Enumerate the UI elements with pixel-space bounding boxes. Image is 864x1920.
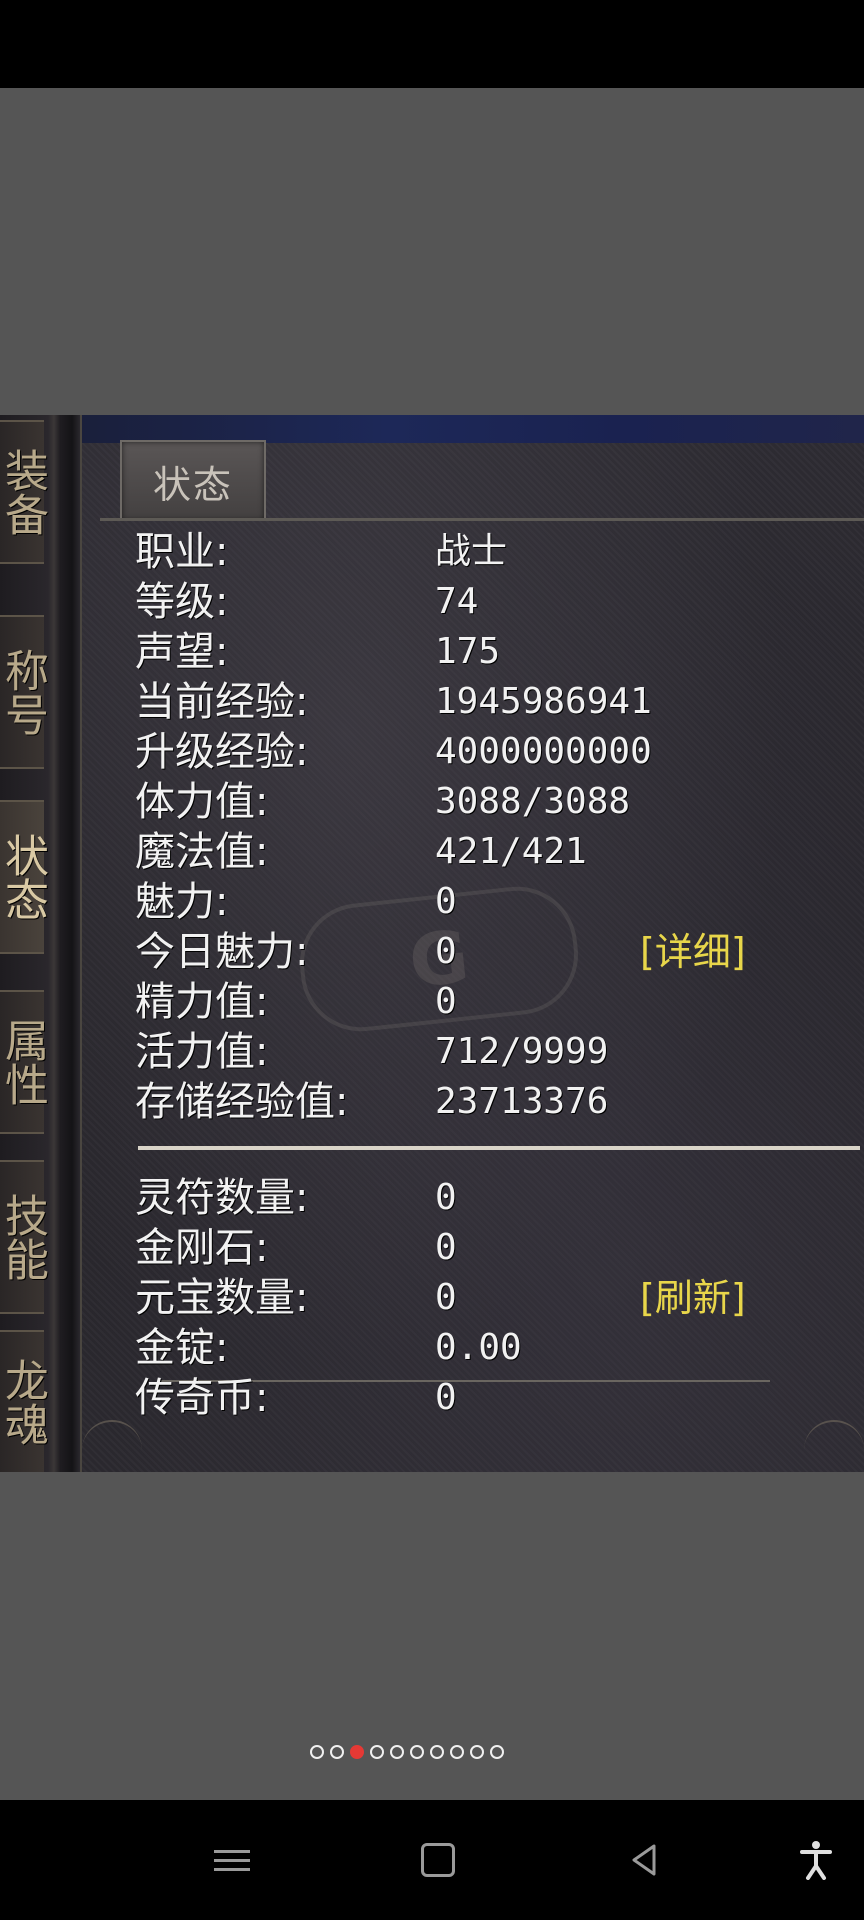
side-tab-equipment[interactable]: 装备: [0, 420, 48, 564]
corner-ornament-right: [804, 1420, 864, 1472]
stat-label: 灵符数量:: [135, 1175, 309, 1221]
page-dot[interactable]: [490, 1745, 504, 1759]
stat-value: 0: [435, 1377, 457, 1418]
stat-value: 421/421: [435, 831, 587, 872]
page-dot[interactable]: [330, 1745, 344, 1759]
page-indicator[interactable]: [310, 1745, 504, 1759]
stat-row-stored-exp: 存储经验值: 23713376: [135, 1077, 835, 1127]
stat-label: 职业:: [135, 529, 229, 575]
side-tab-label: 装备: [0, 448, 48, 536]
currency-row-legend-coin: 传奇币: 0: [135, 1373, 835, 1423]
side-tab-label: 称号: [0, 648, 48, 736]
refresh-link[interactable]: [刷新]: [640, 1273, 746, 1323]
page-dot[interactable]: [310, 1745, 324, 1759]
page-dot[interactable]: [430, 1745, 444, 1759]
stat-row-charm: 魅力: 0: [135, 877, 835, 927]
stat-row-reputation: 声望: 175: [135, 627, 835, 677]
side-tab-label: 技能: [0, 1193, 48, 1281]
section-divider: [138, 1146, 860, 1150]
tab-status-label: 状态: [152, 462, 233, 507]
stat-label: 体力值:: [135, 779, 269, 825]
stat-label: 元宝数量:: [135, 1275, 309, 1321]
stat-value: 1945986941: [435, 681, 652, 722]
stat-value: 3088/3088: [435, 781, 631, 822]
side-tab-skills[interactable]: 技能: [0, 1160, 48, 1314]
currency-row-yuanbao: 元宝数量: 0 [刷新]: [135, 1273, 835, 1323]
page-dot[interactable]: [450, 1745, 464, 1759]
stat-value: 0: [435, 1277, 457, 1318]
stat-value: 战士: [435, 531, 508, 572]
navigation-bar: [0, 1800, 864, 1920]
stat-label: 等级:: [135, 579, 229, 625]
currency-row-diamond: 金刚石: 0: [135, 1223, 835, 1273]
stat-row-level: 等级: 74: [135, 577, 835, 627]
stat-label: 今日魅力:: [135, 929, 309, 975]
stat-label: 金刚石:: [135, 1225, 269, 1271]
stat-value: 712/9999: [435, 1031, 609, 1072]
stat-label: 精力值:: [135, 979, 269, 1025]
stat-label: 存储经验值:: [135, 1079, 349, 1125]
stat-label: 升级经验:: [135, 729, 309, 775]
side-tab-label: 龙魂: [0, 1358, 48, 1446]
stat-label: 当前经验:: [135, 679, 309, 725]
stat-value: 175: [435, 631, 501, 672]
tab-underline: [100, 518, 864, 521]
page-dot[interactable]: [350, 1745, 364, 1759]
game-screenshot[interactable]: 装备 称号 状态 属性 技能 龙魂 状态 G 职业: 战士 等级: 74 声望:…: [0, 415, 864, 1472]
side-tab-label: 状态: [0, 833, 48, 921]
stat-label: 魔法值:: [135, 829, 269, 875]
stat-value: 74: [435, 581, 479, 622]
stat-row-today-charm: 今日魅力: 0 [详细]: [135, 927, 835, 977]
stat-value: 0: [435, 931, 457, 972]
page-dot[interactable]: [470, 1745, 484, 1759]
side-tab-dragon-soul[interactable]: 龙魂: [0, 1330, 48, 1472]
stat-value: 0: [435, 1227, 457, 1268]
game-top-banner: [70, 415, 864, 443]
status-bar: [0, 0, 864, 88]
stat-value: 0: [435, 981, 457, 1022]
stat-label: 传奇币:: [135, 1375, 269, 1421]
page-dot[interactable]: [390, 1745, 404, 1759]
page-dot[interactable]: [370, 1745, 384, 1759]
side-tab-label: 属性: [0, 1018, 48, 1106]
home-icon[interactable]: [408, 1830, 468, 1890]
page-dot[interactable]: [410, 1745, 424, 1759]
stat-value: 0: [435, 1177, 457, 1218]
stat-row-vitality: 活力值: 712/9999: [135, 1027, 835, 1077]
side-tab-rail: 装备 称号 状态 属性 技能 龙魂: [0, 415, 82, 1472]
stat-label: 魅力:: [135, 879, 229, 925]
stat-value: 4000000000: [435, 731, 652, 772]
stat-row-current-exp: 当前经验: 1945986941: [135, 677, 835, 727]
currency-row-gold-ingot: 金锭: 0.00: [135, 1323, 835, 1373]
stat-value: 0.00: [435, 1327, 522, 1368]
stat-value: 23713376: [435, 1081, 609, 1122]
back-icon[interactable]: [614, 1830, 674, 1890]
corner-ornament-left: [82, 1420, 142, 1472]
side-tab-title[interactable]: 称号: [0, 615, 48, 769]
stat-row-mp: 魔法值: 421/421: [135, 827, 835, 877]
currency-row-talisman: 灵符数量: 0: [135, 1173, 835, 1223]
side-tab-status[interactable]: 状态: [0, 800, 48, 954]
menu-icon[interactable]: [202, 1830, 262, 1890]
stat-row-hp: 体力值: 3088/3088: [135, 777, 835, 827]
stat-value: 0: [435, 881, 457, 922]
stat-label: 金锭:: [135, 1325, 229, 1371]
side-tab-attributes[interactable]: 属性: [0, 990, 48, 1134]
stat-row-energy: 精力值: 0: [135, 977, 835, 1027]
stat-label: 活力值:: [135, 1029, 269, 1075]
stat-row-levelup-exp: 升级经验: 4000000000: [135, 727, 835, 777]
accessibility-icon[interactable]: [786, 1830, 846, 1890]
stat-label: 声望:: [135, 629, 229, 675]
tab-status[interactable]: 状态: [120, 440, 266, 520]
stat-row-profession: 职业: 战士: [135, 527, 835, 577]
details-link[interactable]: [详细]: [640, 927, 746, 977]
